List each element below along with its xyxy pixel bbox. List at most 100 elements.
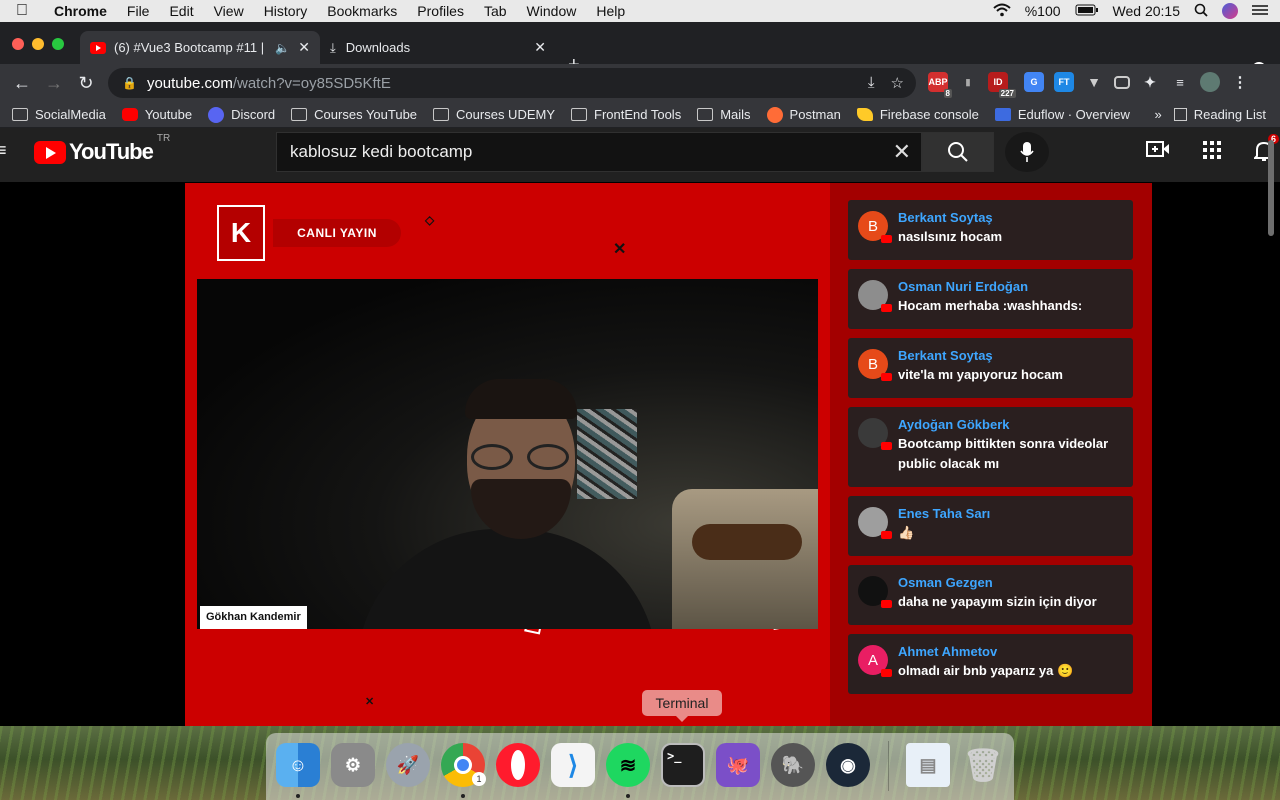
- menu-window[interactable]: Window: [517, 3, 587, 19]
- avatar[interactable]: B: [858, 211, 892, 243]
- vue-devtools-icon[interactable]: ▼: [1084, 72, 1104, 92]
- adblock-count: 8: [943, 89, 952, 98]
- avatar[interactable]: [858, 576, 892, 608]
- profile-avatar[interactable]: [1200, 72, 1220, 92]
- opera-icon[interactable]: [496, 743, 540, 787]
- page-scrollbar[interactable]: [1268, 140, 1274, 236]
- bookmarks-overflow-button[interactable]: »: [1154, 107, 1161, 122]
- media-controls-icon[interactable]: ≡: [1170, 72, 1190, 92]
- avatar[interactable]: B: [858, 349, 892, 381]
- ft-extension-icon[interactable]: FT: [1054, 72, 1074, 92]
- avatar[interactable]: [858, 507, 892, 539]
- bookmark-folder-socialmedia[interactable]: SocialMedia: [12, 107, 106, 122]
- create-video-icon[interactable]: [1146, 140, 1170, 168]
- close-tab-icon[interactable]: ✕: [298, 39, 310, 56]
- menubar-clock[interactable]: Wed 20:15: [1113, 3, 1180, 19]
- lock-icon[interactable]: 🔒: [122, 76, 137, 90]
- downloads-stack-icon[interactable]: ▤: [906, 743, 950, 787]
- chat-author[interactable]: Berkant Soytaş: [898, 347, 1123, 365]
- chat-author[interactable]: Berkant Soytaş: [898, 209, 1123, 227]
- chat-message[interactable]: Osman Gezgen daha ne yapayım sizin için …: [848, 565, 1133, 625]
- menu-tab[interactable]: Tab: [474, 3, 517, 19]
- clear-search-icon[interactable]: ✕: [893, 139, 911, 165]
- spotify-icon[interactable]: ≋: [606, 743, 650, 787]
- back-button[interactable]: ←: [6, 73, 38, 94]
- menu-view[interactable]: View: [204, 3, 254, 19]
- trash-icon[interactable]: 🗑: [961, 743, 1005, 787]
- zoom-window-button[interactable]: [52, 38, 64, 50]
- bookmark-folder-courses-youtube[interactable]: Courses YouTube: [291, 107, 417, 122]
- system-preferences-icon[interactable]: ⚙: [331, 743, 375, 787]
- search-input[interactable]: kablosuz kedi bootcamp ✕: [276, 132, 922, 172]
- bookmark-discord[interactable]: Discord: [208, 106, 275, 123]
- tab-downloads[interactable]: ⤓ Downloads ✕: [320, 31, 556, 64]
- spotlight-search-icon[interactable]: [1194, 3, 1208, 20]
- close-window-button[interactable]: [12, 38, 24, 50]
- menu-help[interactable]: Help: [586, 3, 635, 19]
- menu-profiles[interactable]: Profiles: [407, 3, 474, 19]
- apps-grid-icon[interactable]: [1202, 140, 1222, 168]
- avatar[interactable]: A: [858, 645, 892, 677]
- chat-author[interactable]: Osman Nuri Erdoğan: [898, 278, 1123, 296]
- chat-message[interactable]: A Ahmet Ahmetov olmadı air bnb yaparız y…: [848, 634, 1133, 694]
- bookmark-folder-frontend-tools[interactable]: FrontEnd Tools: [571, 107, 681, 122]
- menu-app-name[interactable]: Chrome: [44, 3, 117, 19]
- chat-message[interactable]: B Berkant Soytaş nasılsınız hocam: [848, 200, 1133, 260]
- search-button[interactable]: [922, 132, 994, 172]
- youtube-logo[interactable]: YouTube TR: [34, 133, 170, 165]
- chat-author[interactable]: Aydoğan Gökberk: [898, 416, 1123, 434]
- avatar[interactable]: [858, 418, 892, 450]
- chat-message[interactable]: B Berkant Soytaş vite'la mı yapıyoruz ho…: [848, 338, 1133, 398]
- ud-extension-icon[interactable]: ID 227: [988, 72, 1016, 98]
- chat-author[interactable]: Ahmet Ahmetov: [898, 643, 1123, 661]
- reload-button[interactable]: ↻: [70, 73, 102, 94]
- chat-author[interactable]: Enes Taha Sarı: [898, 505, 1123, 523]
- tableplus-icon[interactable]: 🐘: [771, 743, 815, 787]
- video-player[interactable]: K CANLI YAYIN ◇ ✕ ✕ Gökhan Kandemir: [185, 183, 830, 726]
- voice-search-button[interactable]: [1005, 132, 1049, 172]
- menu-edit[interactable]: Edit: [159, 3, 203, 19]
- siri-icon[interactable]: [1222, 3, 1238, 19]
- install-app-icon[interactable]: ⤓: [868, 74, 875, 92]
- wifi-icon[interactable]: [993, 3, 1011, 20]
- bookmark-postman[interactable]: Postman: [766, 106, 841, 123]
- menu-file[interactable]: File: [117, 3, 160, 19]
- extensions-puzzle-icon[interactable]: ✦: [1140, 72, 1160, 92]
- launchpad-icon[interactable]: 🚀: [386, 743, 430, 787]
- chrome-menu-icon[interactable]: ⋮: [1230, 72, 1250, 92]
- bookmark-star-icon[interactable]: ☆: [891, 74, 904, 92]
- minimize-window-button[interactable]: [32, 38, 44, 50]
- finder-icon[interactable]: ☺: [276, 743, 320, 787]
- steam-icon[interactable]: ◉: [826, 743, 870, 787]
- chat-message[interactable]: Enes Taha Sarı 👍🏻: [848, 496, 1133, 556]
- control-center-icon[interactable]: [1252, 3, 1268, 19]
- menu-history[interactable]: History: [254, 3, 318, 19]
- bookmark-folder-mails[interactable]: Mails: [697, 107, 751, 122]
- chat-message[interactable]: Osman Nuri Erdoğan Hocam merhaba :washha…: [848, 269, 1133, 329]
- tab-youtube-video[interactable]: (6) #Vue3 Bootcamp #11 | 🔈 ✕: [80, 31, 320, 64]
- close-tab-icon[interactable]: ✕: [534, 39, 546, 56]
- forward-button[interactable]: →: [38, 73, 70, 94]
- terminal-icon[interactable]: >_: [661, 743, 705, 787]
- bookmark-eduflow[interactable]: Eduflow · Overview: [994, 107, 1130, 122]
- chat-message[interactable]: Aydoğan Gökberk Bootcamp bittikten sonra…: [848, 407, 1133, 487]
- battery-percent[interactable]: %100: [1025, 3, 1061, 19]
- chat-author[interactable]: Osman Gezgen: [898, 574, 1123, 592]
- vscode-icon[interactable]: ⟩: [551, 743, 595, 787]
- picture-in-picture-icon[interactable]: [1114, 75, 1130, 89]
- translate-extension-icon[interactable]: G: [1024, 72, 1044, 92]
- address-bar[interactable]: 🔒 youtube.com/watch?v=oy85SD5KftE ⤓ ☆: [108, 68, 916, 98]
- battery-icon[interactable]: [1075, 3, 1099, 19]
- speaker-icon[interactable]: 🔈: [275, 41, 290, 55]
- menu-bookmarks[interactable]: Bookmarks: [317, 3, 407, 19]
- avatar[interactable]: [858, 280, 892, 312]
- bottle-extension-icon[interactable]: ▮: [958, 72, 978, 92]
- bookmark-youtube[interactable]: Youtube: [121, 107, 192, 122]
- apple-icon[interactable]: : [0, 2, 44, 20]
- reading-list-button[interactable]: Reading List: [1173, 107, 1266, 122]
- bookmark-folder-courses-udemy[interactable]: Courses UDEMY: [433, 107, 555, 122]
- hamburger-menu-icon[interactable]: ≡: [0, 140, 7, 161]
- github-desktop-icon[interactable]: 🐙: [716, 743, 760, 787]
- adblock-extension-icon[interactable]: ABP 8: [928, 72, 952, 98]
- bookmark-firebase-console[interactable]: Firebase console: [856, 107, 979, 122]
